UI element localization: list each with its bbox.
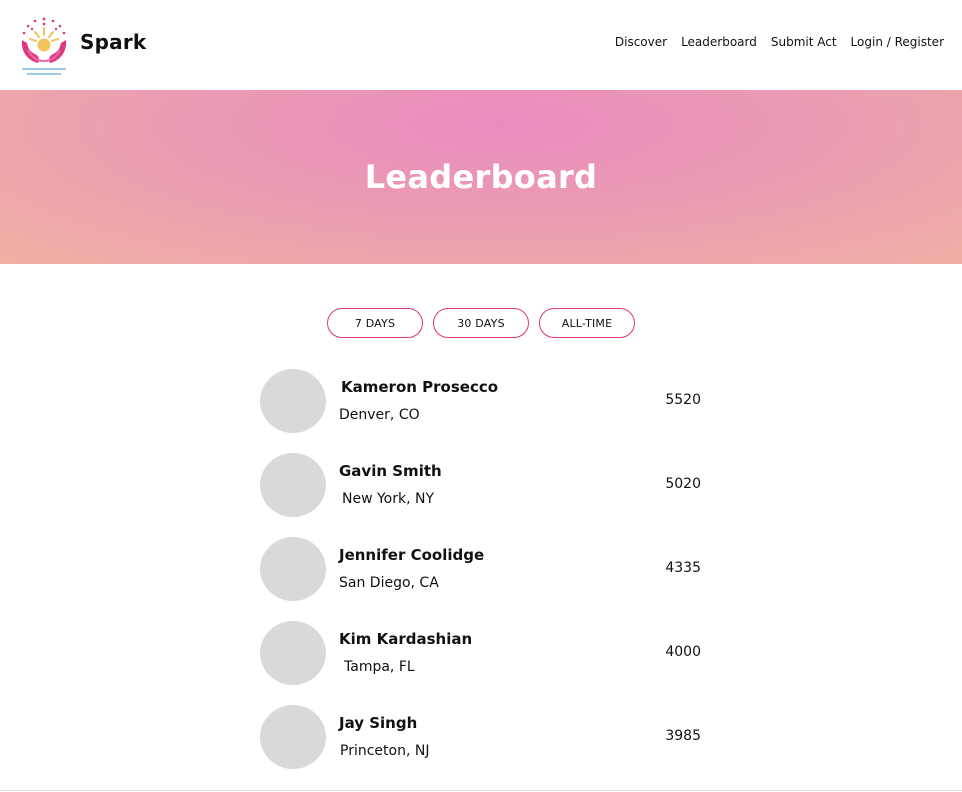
user-score: 4000 — [665, 644, 701, 660]
avatar[interactable] — [260, 453, 326, 517]
user-name[interactable]: Kim Kardashian — [339, 630, 472, 648]
leaderboard-row[interactable]: Jay Singh Princeton, NJ 3985 — [259, 704, 709, 788]
brand-name[interactable]: Spark — [80, 30, 146, 54]
user-score: 5020 — [665, 476, 701, 492]
divider — [0, 790, 962, 791]
leaderboard-row[interactable]: Kameron Prosecco Denver, CO 5520 — [259, 368, 709, 452]
nav-item-leaderboard[interactable]: Leaderboard — [681, 35, 757, 49]
user-name[interactable]: Jennifer Coolidge — [339, 546, 484, 564]
user-name[interactable]: Jay Singh — [339, 714, 417, 732]
time-filter-tabs: 7 DAYS 30 DAYS ALL-TIME — [327, 308, 635, 338]
user-location: Princeton, NJ — [340, 743, 430, 759]
leaderboard-row[interactable]: Gavin Smith New York, NY 5020 — [259, 452, 709, 536]
site-header: Spark Discover Leaderboard Submit Act Lo… — [0, 0, 962, 90]
user-score: 3985 — [665, 728, 701, 744]
user-score: 4335 — [665, 560, 701, 576]
user-location: San Diego, CA — [339, 575, 439, 591]
user-name[interactable]: Gavin Smith — [339, 462, 442, 480]
user-location: Denver, CO — [339, 407, 420, 423]
tab-30-days[interactable]: 30 DAYS — [433, 308, 529, 338]
nav-item-discover[interactable]: Discover — [615, 35, 667, 49]
hero-banner: Leaderboard — [0, 90, 962, 264]
user-location: New York, NY — [342, 491, 435, 507]
leaderboard-list: Kameron Prosecco Denver, CO 5520 Gavin S… — [259, 368, 709, 788]
leaderboard-row[interactable]: Jennifer Coolidge San Diego, CA 4335 — [259, 536, 709, 620]
sun-hands-logo-icon[interactable] — [18, 16, 70, 78]
user-name[interactable]: Kameron Prosecco — [341, 378, 498, 396]
avatar[interactable] — [260, 369, 326, 433]
avatar[interactable] — [260, 705, 326, 769]
leaderboard-row[interactable]: Kim Kardashian Tampa, FL 4000 — [259, 620, 709, 704]
tab-7-days[interactable]: 7 DAYS — [327, 308, 423, 338]
nav-item-login-register[interactable]: Login / Register — [851, 35, 944, 49]
main-nav: Discover Leaderboard Submit Act Login / … — [615, 35, 944, 49]
tab-all-time[interactable]: ALL-TIME — [539, 308, 635, 338]
page-title: Leaderboard — [364, 158, 598, 196]
user-score: 5520 — [665, 392, 701, 408]
user-location: Tampa, FL — [344, 659, 415, 675]
avatar[interactable] — [260, 537, 326, 601]
avatar[interactable] — [260, 621, 326, 685]
nav-item-submit-act[interactable]: Submit Act — [771, 35, 837, 49]
